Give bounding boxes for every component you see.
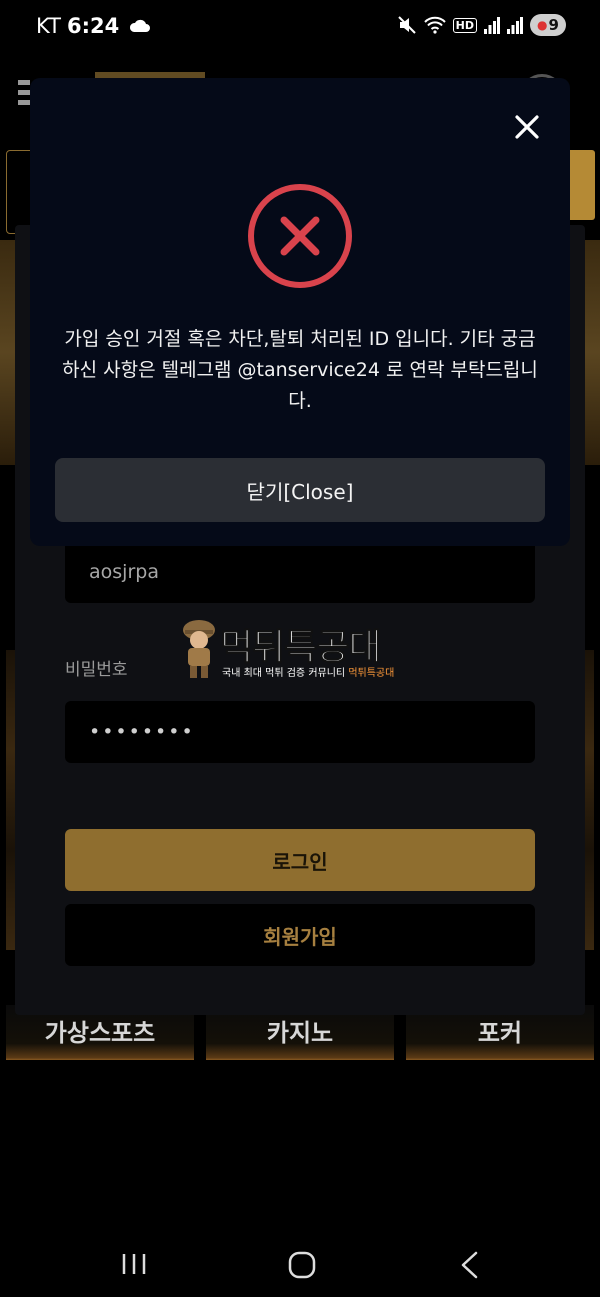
home-icon[interactable] xyxy=(287,1250,317,1280)
login-button[interactable]: 로그인 xyxy=(65,829,535,891)
signal-icon xyxy=(484,17,500,34)
signal-r-icon xyxy=(507,17,523,34)
mute-icon xyxy=(397,16,416,34)
recent-apps-icon[interactable] xyxy=(120,1252,148,1276)
modal-message: 가입 승인 거절 혹은 차단,탈퇴 처리된 ID 입니다. 기타 궁금하신 사항… xyxy=(62,328,538,412)
watermark-subtitle: 국내 최대 먹튀 검증 커뮤니티 먹튀특공대 xyxy=(222,664,394,679)
password-label: 비밀번호 xyxy=(65,660,128,680)
system-nav-bar xyxy=(0,1230,600,1297)
modal-close-button[interactable]: 닫기[Close] xyxy=(55,458,545,522)
signup-button[interactable]: 회원가입 xyxy=(65,904,535,966)
background-game-tile-right xyxy=(584,650,594,950)
username-field[interactable]: aosjrpa xyxy=(65,541,535,603)
clock: 6:24 xyxy=(66,14,120,38)
password-field[interactable]: •••••••• xyxy=(65,701,535,763)
background-banner-left xyxy=(0,240,16,465)
soldier-mascot-icon xyxy=(183,620,215,678)
error-modal: 가입 승인 거절 혹은 차단,탈퇴 처리된 ID 입니다. 기타 궁금하신 사항… xyxy=(30,78,570,546)
carrier-label: KT xyxy=(36,14,61,38)
close-icon[interactable] xyxy=(512,112,542,142)
menu-icon[interactable] xyxy=(18,80,30,110)
watermark-subtitle-highlight: 먹튀특공대 xyxy=(348,668,395,679)
cloud-icon xyxy=(130,19,151,32)
watermark-subtitle-text: 국내 최대 먹튀 검증 커뮤니티 xyxy=(222,668,346,679)
battery-icon: ● 9 xyxy=(530,14,566,36)
hd-voice-badge: HD xyxy=(452,17,477,33)
back-icon[interactable] xyxy=(458,1250,482,1280)
error-x-circle-icon xyxy=(248,184,352,288)
wifi-icon xyxy=(423,16,446,34)
battery-level: 9 xyxy=(548,16,559,34)
watermark: 먹튀특공대 국내 최대 먹튀 검증 커뮤니티 먹튀특공대 xyxy=(180,618,420,682)
watermark-title: 먹튀특공대 xyxy=(220,627,383,669)
status-bar: KT 6:24 HD ● 9 xyxy=(0,0,600,56)
background-banner-right xyxy=(585,240,600,465)
